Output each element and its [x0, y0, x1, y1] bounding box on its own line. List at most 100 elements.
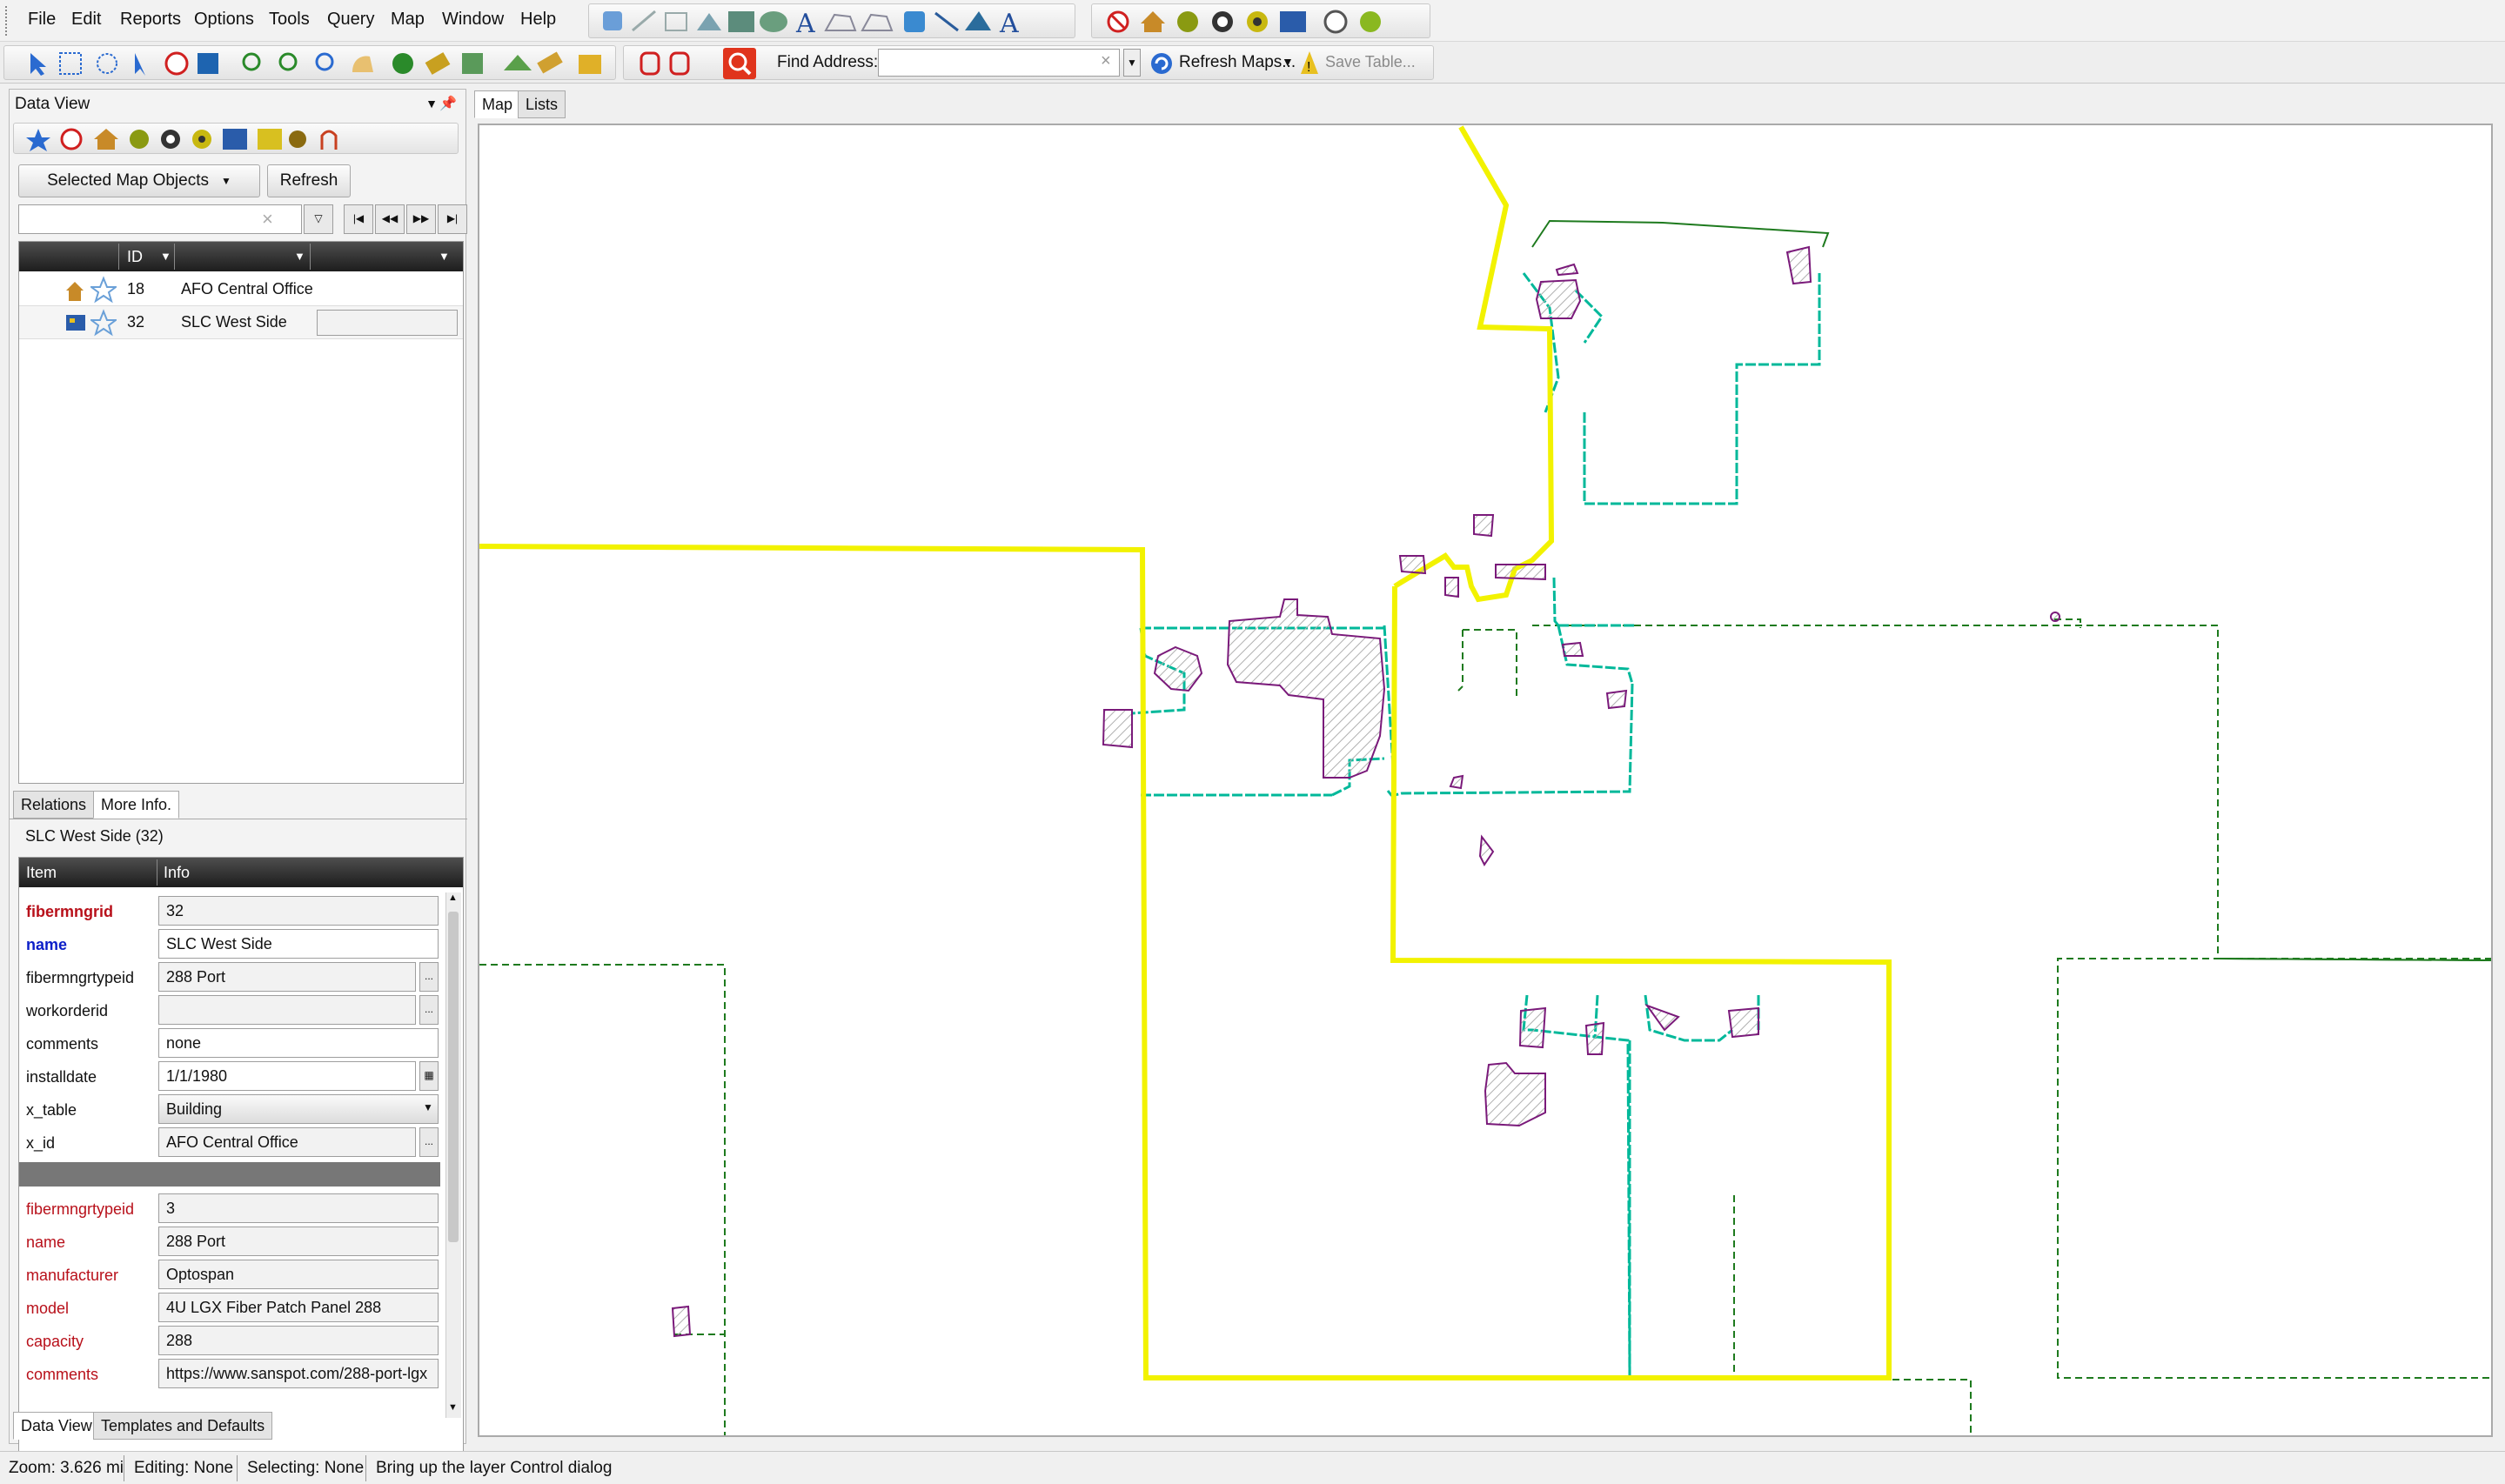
row-id: 18 — [127, 280, 145, 297]
ellipsis-icon[interactable]: ... — [419, 1127, 439, 1157]
field-label-name: name — [26, 936, 68, 953]
funnel-icon[interactable]: ▼ — [160, 242, 171, 271]
main-toolbar: Find Address: × ▼ Refresh Maps... ▼ ! Sa… — [0, 42, 2505, 84]
table-row[interactable]: 32 SLC West Side — [19, 306, 463, 339]
panel-title: Data View — [15, 95, 90, 113]
menu-edit[interactable]: Edit — [71, 10, 101, 30]
search-toolbar: Find Address: × ▼ Refresh Maps... ▼ ! Sa… — [623, 45, 1434, 80]
svg-text:!: ! — [1307, 60, 1310, 75]
clear-icon[interactable]: × — [262, 208, 273, 231]
chevron-down-icon[interactable]: ▼ — [423, 1101, 433, 1113]
section-divider — [19, 1162, 440, 1187]
menu-file[interactable]: File — [28, 10, 56, 30]
scrollbar-thumb[interactable] — [448, 912, 459, 1242]
menu-reports[interactable]: Reports — [120, 10, 181, 30]
toolbar-grip[interactable] — [5, 6, 12, 36]
scroll-down-icon[interactable]: ▼ — [448, 1402, 458, 1413]
field-value-fibermngrid[interactable]: 32 — [158, 896, 439, 926]
chevron-down-icon[interactable]: ▼ — [425, 97, 438, 110]
scroll-up-icon[interactable]: ▲ — [448, 892, 458, 903]
tab-map[interactable]: Map — [474, 90, 521, 118]
last-page-icon[interactable]: ▶| — [438, 204, 467, 234]
funnel-icon[interactable]: ▼ — [439, 242, 450, 271]
calendar-icon[interactable]: ▦ — [419, 1061, 439, 1091]
navigation-toolbar — [3, 45, 616, 80]
details-scrollbar[interactable]: ▲ ▼ — [445, 892, 461, 1418]
menu-query[interactable]: Query — [327, 10, 374, 30]
related-value-fibermngrtypeid[interactable]: 3 — [158, 1193, 439, 1223]
find-address-label: Find Address: — [777, 53, 879, 71]
row-extra-field[interactable] — [317, 310, 458, 336]
field-label-x-table: x_table — [26, 1101, 77, 1119]
table-row[interactable]: 18 AFO Central Office — [19, 273, 463, 306]
map-canvas[interactable] — [478, 124, 2503, 1437]
field-label-fibermngrid: fibermngrid — [26, 903, 114, 920]
funnel-icon[interactable]: ▽ — [304, 204, 333, 234]
data-view-panel: Data View ▼ 📌 Selected Map Objects ▼ Ref… — [9, 89, 467, 1480]
tab-lists[interactable]: Lists — [518, 90, 566, 118]
related-value-comments[interactable]: https://www.sanspot.com/288-port-lgx — [158, 1359, 439, 1388]
search-icon[interactable] — [723, 48, 756, 79]
related-value-model[interactable]: 4U LGX Fiber Patch Panel 288 — [158, 1293, 439, 1322]
field-value-x-table[interactable]: Building — [158, 1094, 439, 1124]
next-page-icon[interactable]: ▶▶ — [406, 204, 436, 234]
menu-options[interactable]: Options — [194, 10, 254, 30]
column-header-info: Info — [164, 864, 191, 881]
field-value-x-id[interactable]: AFO Central Office — [158, 1127, 416, 1157]
first-page-icon[interactable]: |◀ — [344, 204, 373, 234]
tab-more-info[interactable]: More Info. — [93, 791, 180, 819]
refresh-maps-icon — [1151, 53, 1172, 74]
chevron-down-icon[interactable]: ▼ — [1282, 55, 1294, 69]
previous-page-icon[interactable]: ◀◀ — [375, 204, 405, 234]
tab-data-view[interactable]: Data View — [13, 1412, 100, 1440]
selected-map-objects-dropdown[interactable]: Selected Map Objects ▼ — [18, 164, 260, 197]
tab-relations[interactable]: Relations — [13, 791, 95, 819]
ellipsis-icon[interactable]: ... — [419, 995, 439, 1025]
column-header-item: Item — [26, 864, 57, 881]
filter-input[interactable] — [18, 204, 302, 234]
row-id: 32 — [127, 313, 145, 331]
warning-icon: ! — [1301, 51, 1318, 75]
menu-map[interactable]: Map — [391, 10, 425, 30]
results-grid-header: ID ▼ ▼ ▼ — [19, 242, 463, 271]
related-value-manufacturer[interactable]: Optospan — [158, 1260, 439, 1289]
column-header-id[interactable]: ID — [127, 242, 143, 271]
svg-text:A: A — [795, 9, 815, 39]
field-label-fibermngrtypeid: fibermngrtypeid — [26, 969, 135, 986]
related-label-model: model — [26, 1300, 70, 1317]
related-label-fibermngrtypeid: fibermngrtypeid — [26, 1200, 135, 1218]
zoom-status: Zoom: 3.626 mi — [9, 1459, 124, 1477]
building-central-office — [1226, 598, 1386, 779]
refresh-button[interactable]: Refresh — [267, 164, 351, 197]
conduit-lines — [479, 618, 2503, 1435]
find-address-input[interactable] — [878, 49, 1120, 77]
ellipsis-icon[interactable]: ... — [419, 962, 439, 992]
fiber-lines — [1131, 272, 1821, 1379]
star-icon[interactable] — [90, 308, 117, 338]
grid-icon — [66, 315, 85, 331]
field-value-name[interactable]: SLC West Side — [158, 929, 439, 959]
field-value-comments[interactable]: none — [158, 1028, 439, 1058]
field-value-workorderid[interactable] — [158, 995, 416, 1025]
star-icon[interactable] — [90, 275, 117, 304]
related-value-name[interactable]: 288 Port — [158, 1227, 439, 1256]
pin-icon[interactable]: 📌 — [439, 95, 457, 112]
related-value-capacity[interactable]: 288 — [158, 1326, 439, 1355]
drawing-tools-icons: A A — [603, 9, 1019, 39]
funnel-icon[interactable]: ▼ — [294, 242, 305, 271]
field-label-comments: comments — [26, 1035, 99, 1053]
save-table-button[interactable]: Save Table... — [1325, 53, 1416, 71]
chevron-down-icon[interactable]: ▼ — [1123, 49, 1141, 77]
related-label-manufacturer: manufacturer — [26, 1267, 119, 1284]
refresh-maps-button[interactable]: Refresh Maps... — [1179, 53, 1296, 72]
clear-icon[interactable]: × — [1101, 51, 1111, 71]
field-value-fibermngrtypeid[interactable]: 288 Port — [158, 962, 416, 992]
field-value-installdate[interactable]: 1/1/1980 — [158, 1061, 416, 1091]
map-drawing[interactable] — [479, 125, 2503, 1435]
menu-help[interactable]: Help — [520, 10, 556, 30]
menu-tools[interactable]: Tools — [269, 10, 310, 30]
svg-text:A: A — [999, 9, 1019, 39]
tab-templates-and-defaults[interactable]: Templates and Defaults — [93, 1412, 273, 1440]
status-bar: Zoom: 3.626 mi Editing: None Selecting: … — [0, 1451, 2505, 1484]
menu-window[interactable]: Window — [442, 10, 504, 30]
